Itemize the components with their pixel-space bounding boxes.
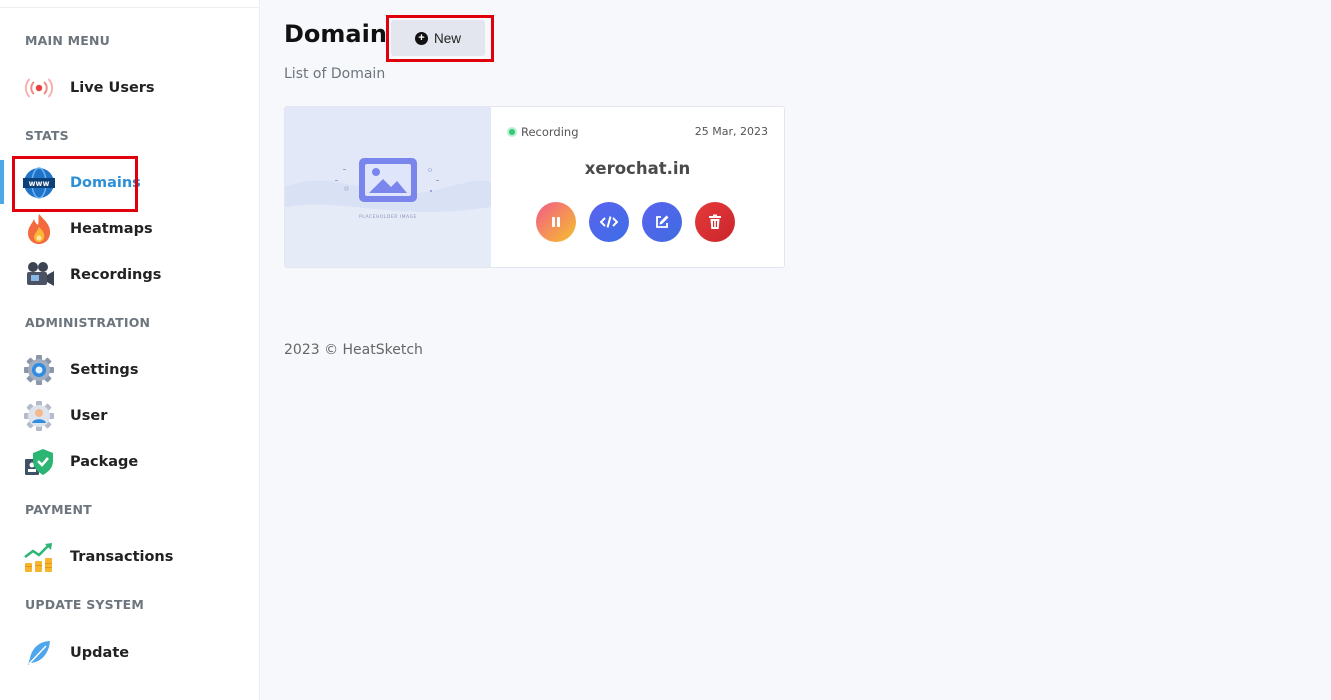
status-badge: Recording [507,125,579,139]
svg-text:www: www [29,179,50,188]
sidebar-item-label: Transactions [70,549,174,565]
section-stats: STATS [25,128,69,143]
www-globe-icon: www [22,166,56,200]
footer-copyright: 2023 © HeatSketch [284,342,423,358]
flame-icon [22,212,56,246]
plus-circle-icon: + [414,31,428,45]
sidebar-item-label: User [70,408,108,424]
pause-icon [552,217,560,227]
sidebar-item-update[interactable]: Update [0,631,260,675]
sidebar-divider [0,7,260,8]
sidebar-item-label: Recordings [70,267,162,283]
section-administration: ADMINISTRATION [25,315,151,330]
live-signal-icon [22,71,56,105]
delete-domain-button[interactable] [695,202,735,242]
page-subtitle: List of Domain [284,66,386,82]
embed-code-button[interactable] [589,202,629,242]
sidebar-item-label: Domains [70,175,141,191]
edit-domain-button[interactable] [642,202,682,242]
domain-name: xerochat.in [584,159,691,178]
sidebar-item-label: Update [70,645,130,661]
sidebar: MAIN MENU Live Users STATS www Domains H… [0,0,260,700]
sidebar-item-settings[interactable]: Settings [0,348,260,392]
pause-recording-button[interactable] [536,202,576,242]
edit-icon [656,215,669,228]
sidebar-item-label: Heatmaps [70,221,153,237]
domain-date: 25 Mar, 2023 [694,125,768,138]
feather-icon [22,636,56,670]
user-gear-icon [22,399,56,433]
sidebar-item-user[interactable]: User [0,394,260,438]
video-camera-icon [22,258,56,292]
svg-text:PLACEHOLDER IMAGE: PLACEHOLDER IMAGE [359,214,417,220]
sidebar-item-heatmaps[interactable]: Heatmaps [0,207,260,251]
sidebar-item-domains[interactable]: www Domains [0,161,260,205]
placeholder-image-icon: PLACEHOLDER IMAGE [285,158,491,267]
status-dot-icon [507,127,517,137]
code-icon [600,216,618,228]
trash-icon [709,214,721,229]
domain-actions [536,202,735,242]
new-button-label: New [433,30,461,46]
sidebar-item-label: Live Users [70,80,155,96]
gear-icon [22,353,56,387]
growth-coins-icon [22,540,56,574]
new-domain-button[interactable]: + New [391,20,485,56]
sidebar-item-live-users[interactable]: Live Users [0,66,260,110]
page-title: Domain [284,20,387,48]
shield-check-icon [22,445,56,479]
main-content: Domain + New List of Domain PLACEHOLDER … [260,0,1331,700]
sidebar-item-transactions[interactable]: Transactions [0,535,260,579]
sidebar-item-recordings[interactable]: Recordings [0,253,260,297]
status-label: Recording [521,125,579,139]
domain-card: PLACEHOLDER IMAGE Recording 25 Mar, 2023… [284,106,785,268]
section-payment: PAYMENT [25,502,92,517]
domain-thumbnail: PLACEHOLDER IMAGE [285,107,491,267]
sidebar-item-package[interactable]: Package [0,440,260,484]
sidebar-item-label: Package [70,454,139,470]
sidebar-item-label: Settings [70,362,139,378]
section-main-menu: MAIN MENU [25,33,110,48]
section-update-system: UPDATE SYSTEM [25,597,144,612]
domain-info: Recording 25 Mar, 2023 xerochat.in [491,107,784,267]
